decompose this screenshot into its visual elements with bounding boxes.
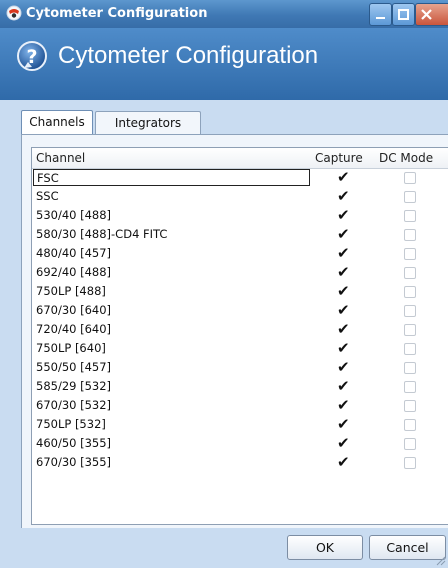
- channel-name-cell[interactable]: 530/40 [488]: [36, 207, 111, 224]
- channel-name-cell[interactable]: 750LP [640]: [36, 340, 106, 357]
- capture-checkbox[interactable]: ✔: [337, 226, 350, 243]
- table-row[interactable]: 460/50 [355] ✔: [32, 434, 448, 453]
- minimize-button[interactable]: [369, 3, 392, 26]
- capture-checkbox[interactable]: ✔: [337, 264, 350, 281]
- dc-mode-checkbox[interactable]: [404, 305, 416, 317]
- cytometer-app-icon: [6, 5, 22, 21]
- table-row[interactable]: 585/29 [532] ✔: [32, 377, 448, 396]
- channel-name-cell[interactable]: 670/30 [640]: [36, 302, 111, 319]
- close-icon: [421, 9, 432, 20]
- cancel-button[interactable]: Cancel: [369, 535, 446, 560]
- table-row[interactable]: 750LP [488] ✔: [32, 282, 448, 301]
- table-row[interactable]: 670/30 [532] ✔: [32, 396, 448, 415]
- dc-mode-checkbox[interactable]: [404, 400, 416, 412]
- channel-name-cell[interactable]: FSC: [33, 169, 310, 186]
- dc-mode-checkbox[interactable]: [404, 438, 416, 450]
- dc-mode-checkbox[interactable]: [404, 419, 416, 431]
- channel-grid[interactable]: Channel Capture DC Mode FSC ✔ SSC ✔ 530/40 […: [31, 147, 448, 525]
- dc-mode-checkbox[interactable]: [404, 343, 416, 355]
- capture-checkbox[interactable]: ✔: [337, 302, 350, 319]
- channel-name-cell[interactable]: 460/50 [355]: [36, 435, 111, 452]
- table-row[interactable]: 750LP [640] ✔: [32, 339, 448, 358]
- window-title: Cytometer Configuration: [26, 6, 208, 21]
- channel-name-cell[interactable]: 550/50 [457]: [36, 359, 111, 376]
- capture-checkbox[interactable]: ✔: [337, 435, 350, 452]
- capture-checkbox[interactable]: ✔: [337, 321, 350, 338]
- table-row[interactable]: 530/40 [488] ✔: [32, 206, 448, 225]
- grid-header: Channel Capture DC Mode: [32, 148, 448, 169]
- capture-checkbox[interactable]: ✔: [337, 245, 350, 262]
- channel-name-cell[interactable]: 585/29 [532]: [36, 378, 111, 395]
- title-bar[interactable]: Cytometer Configuration: [0, 0, 448, 28]
- channel-name-cell[interactable]: 750LP [532]: [36, 416, 106, 433]
- dc-mode-checkbox[interactable]: [404, 210, 416, 222]
- table-row[interactable]: FSC ✔: [32, 168, 448, 187]
- capture-checkbox[interactable]: ✔: [337, 454, 350, 471]
- capture-checkbox[interactable]: ✔: [337, 283, 350, 300]
- capture-checkbox[interactable]: ✔: [337, 169, 350, 186]
- tab-channels[interactable]: Channels: [21, 110, 93, 135]
- maximize-button[interactable]: [392, 3, 415, 26]
- column-header-capture[interactable]: Capture: [315, 150, 363, 166]
- svg-text:?: ?: [26, 46, 37, 68]
- dialog-footer: OK Cancel: [0, 528, 448, 568]
- table-row[interactable]: 750LP [532] ✔: [32, 415, 448, 434]
- capture-checkbox[interactable]: ✔: [337, 207, 350, 224]
- question-help-icon: ?: [17, 41, 47, 71]
- dc-mode-checkbox[interactable]: [404, 172, 416, 184]
- dc-mode-checkbox[interactable]: [404, 267, 416, 279]
- table-row[interactable]: 670/30 [355] ✔: [32, 453, 448, 472]
- channel-name-cell[interactable]: 692/40 [488]: [36, 264, 111, 281]
- table-row[interactable]: 670/30 [640] ✔: [32, 301, 448, 320]
- table-row[interactable]: 580/30 [488]-CD4 FITC ✔: [32, 225, 448, 244]
- column-header-channel[interactable]: Channel: [36, 150, 85, 166]
- channel-name-cell[interactable]: 480/40 [457]: [36, 245, 111, 262]
- dc-mode-checkbox[interactable]: [404, 457, 416, 469]
- channel-name-cell[interactable]: 720/40 [640]: [36, 321, 111, 338]
- channels-panel: Channel Capture DC Mode FSC ✔ SSC ✔ 530/40 […: [21, 134, 448, 530]
- dc-mode-checkbox[interactable]: [404, 324, 416, 336]
- ok-button[interactable]: OK: [287, 535, 363, 560]
- close-button[interactable]: [415, 3, 448, 26]
- channel-name-cell[interactable]: 670/30 [532]: [36, 397, 111, 414]
- tab-integrators[interactable]: Integrators: [95, 111, 201, 134]
- capture-checkbox[interactable]: ✔: [337, 359, 350, 376]
- table-row[interactable]: 720/40 [640] ✔: [32, 320, 448, 339]
- dc-mode-checkbox[interactable]: [404, 286, 416, 298]
- dialog-header: ? Cytometer Configuration: [0, 28, 448, 100]
- channel-name-cell[interactable]: SSC: [36, 188, 59, 205]
- cytometer-configuration-window: Cytometer Configuration ? Cytometer Conf…: [0, 0, 448, 568]
- table-row[interactable]: 480/40 [457] ✔: [32, 244, 448, 263]
- channel-name-cell[interactable]: 580/30 [488]-CD4 FITC: [36, 226, 167, 243]
- capture-checkbox[interactable]: ✔: [337, 340, 350, 357]
- dc-mode-checkbox[interactable]: [404, 381, 416, 393]
- capture-checkbox[interactable]: ✔: [337, 188, 350, 205]
- capture-checkbox[interactable]: ✔: [337, 378, 350, 395]
- channel-name-cell[interactable]: 670/30 [355]: [36, 454, 111, 471]
- minimize-icon: [376, 17, 385, 19]
- dc-mode-checkbox[interactable]: [404, 362, 416, 374]
- page-title: Cytometer Configuration: [58, 42, 319, 69]
- table-row[interactable]: 550/50 [457] ✔: [32, 358, 448, 377]
- table-row[interactable]: SSC ✔: [32, 187, 448, 206]
- capture-checkbox[interactable]: ✔: [337, 416, 350, 433]
- dc-mode-checkbox[interactable]: [404, 229, 416, 241]
- resize-grip-icon[interactable]: [436, 556, 446, 566]
- dc-mode-checkbox[interactable]: [404, 191, 416, 203]
- capture-checkbox[interactable]: ✔: [337, 397, 350, 414]
- dc-mode-checkbox[interactable]: [404, 248, 416, 260]
- table-row[interactable]: 692/40 [488] ✔: [32, 263, 448, 282]
- column-header-dc-mode[interactable]: DC Mode: [379, 150, 433, 166]
- channel-name-cell[interactable]: 750LP [488]: [36, 283, 106, 300]
- maximize-icon: [398, 9, 409, 20]
